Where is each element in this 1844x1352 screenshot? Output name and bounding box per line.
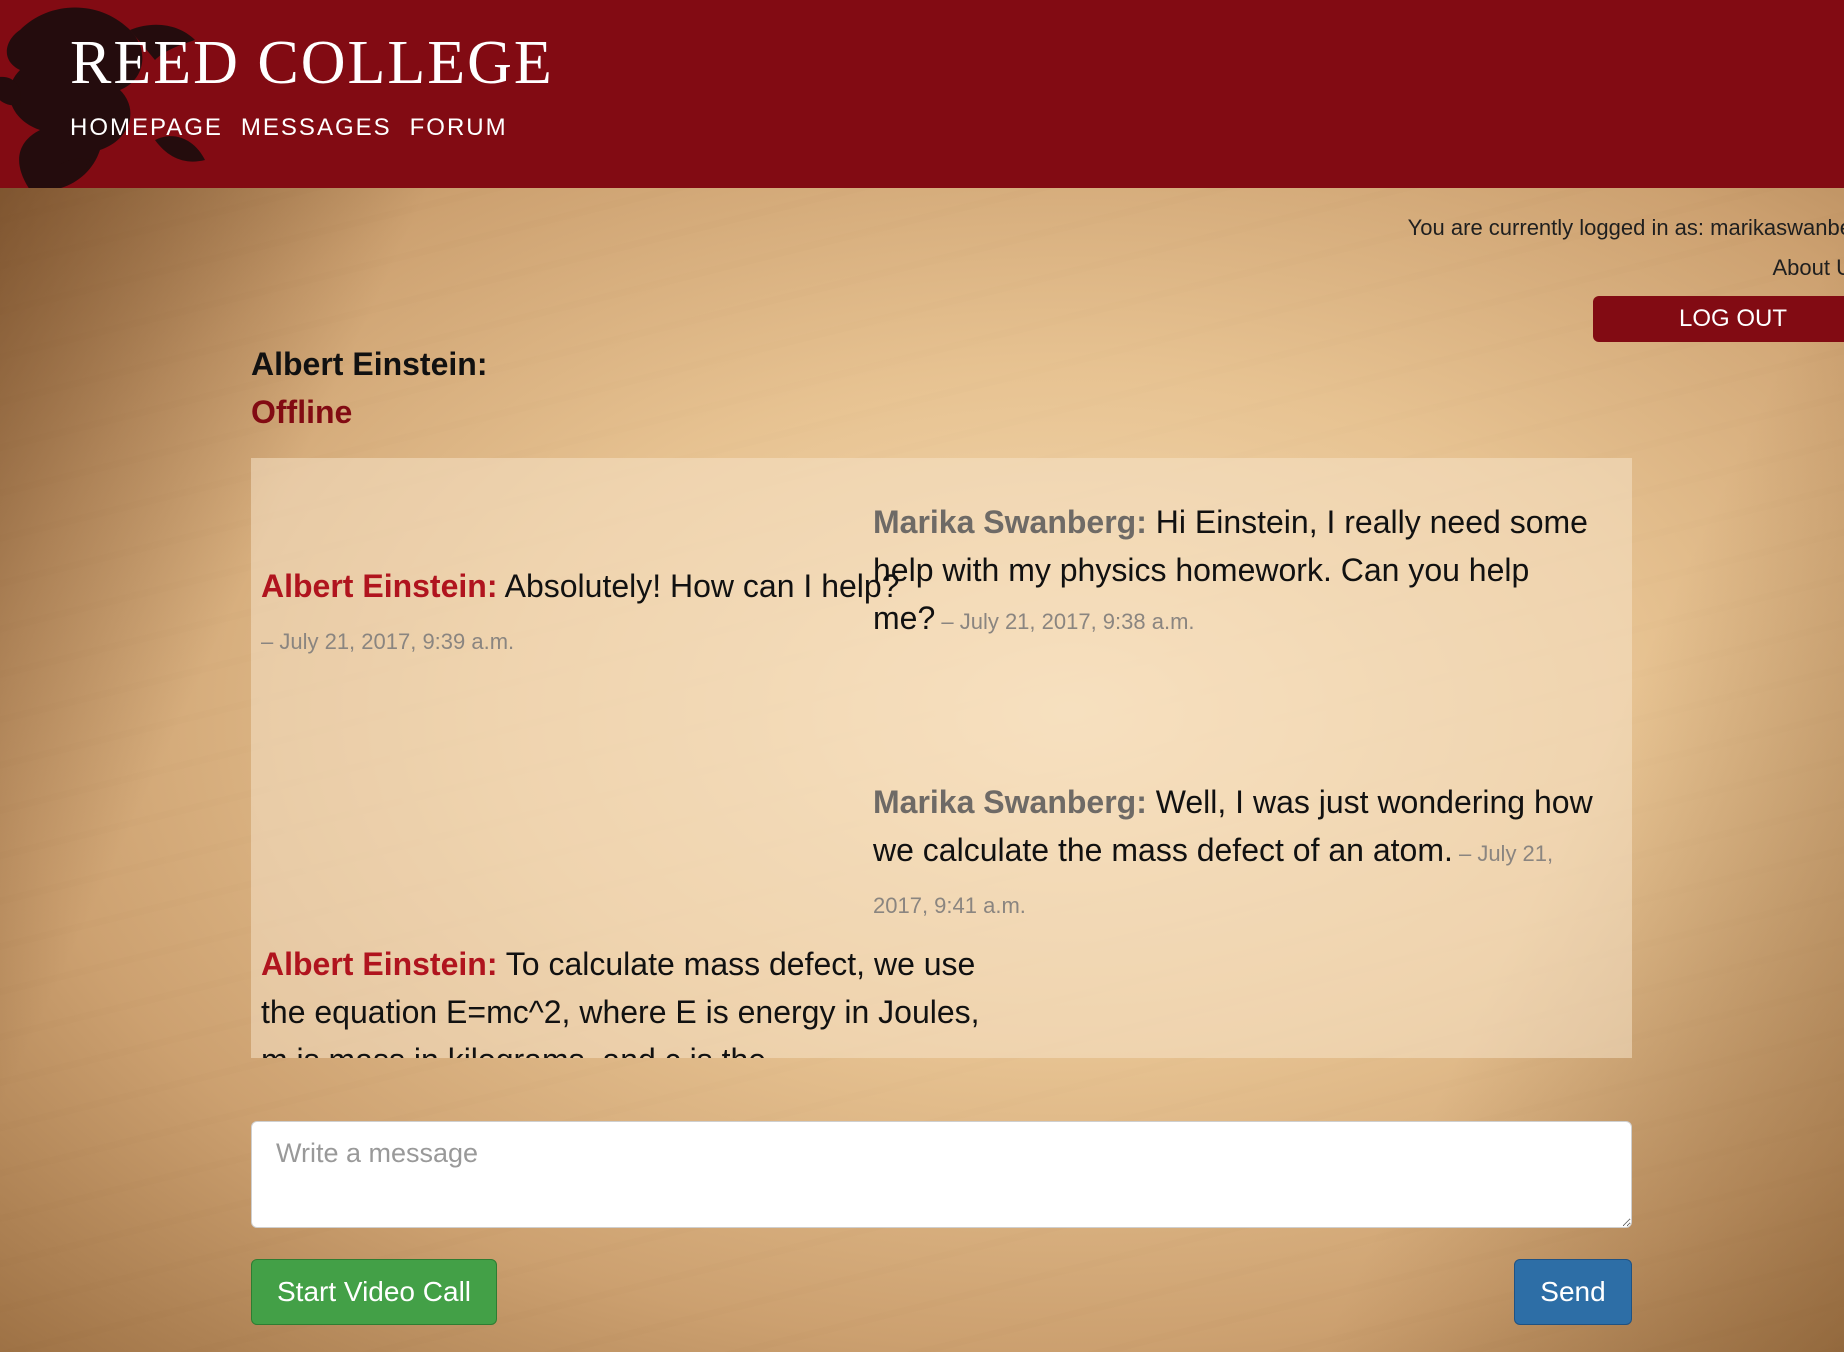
logout-button[interactable]: LOG OUT xyxy=(1593,296,1844,342)
nav-homepage[interactable]: HOMEPAGE xyxy=(70,114,223,142)
send-button[interactable]: Send xyxy=(1514,1259,1632,1325)
message-item: Marika Swanberg: Hi Einstein, I really n… xyxy=(873,498,1593,646)
main-nav: HOMEPAGE MESSAGES FORUM xyxy=(70,114,508,142)
message-input[interactable] xyxy=(251,1121,1632,1228)
site-header: REED COLLEGE HOMEPAGE MESSAGES FORUM xyxy=(0,0,1844,188)
chat-log[interactable]: Marika Swanberg: Hi Einstein, I really n… xyxy=(251,458,1632,1058)
message-text: Absolutely! How can I help? xyxy=(497,568,900,604)
message-item: Marika Swanberg: Well, I was just wonder… xyxy=(873,778,1593,930)
site-brand[interactable]: REED COLLEGE xyxy=(70,28,554,99)
nav-messages[interactable]: MESSAGES xyxy=(241,114,392,142)
contact-name: Albert Einstein: xyxy=(251,346,488,382)
message-timestamp: – July 21, 2017, 9:39 a.m. xyxy=(261,629,515,654)
message-item: Albert Einstein: To calculate mass defec… xyxy=(261,940,981,1058)
contact-status: Offline xyxy=(251,394,353,430)
message-sender: Marika Swanberg: xyxy=(873,504,1147,540)
about-link[interactable]: About U xyxy=(1408,248,1844,288)
message-timestamp: – July 21, 2017, 9:38 a.m. xyxy=(935,609,1195,634)
message-sender: Albert Einstein: xyxy=(261,568,498,604)
message-sender: Marika Swanberg: xyxy=(873,784,1147,820)
message-item: Albert Einstein: Absolutely! How can I h… xyxy=(261,562,901,666)
account-panel: You are currently logged in as: marikasw… xyxy=(1408,208,1844,288)
logged-in-text: You are currently logged in as: marikasw… xyxy=(1407,215,1844,240)
nav-forum[interactable]: FORUM xyxy=(410,114,508,142)
start-video-call-button[interactable]: Start Video Call xyxy=(251,1259,497,1325)
message-sender: Albert Einstein: xyxy=(261,946,498,982)
